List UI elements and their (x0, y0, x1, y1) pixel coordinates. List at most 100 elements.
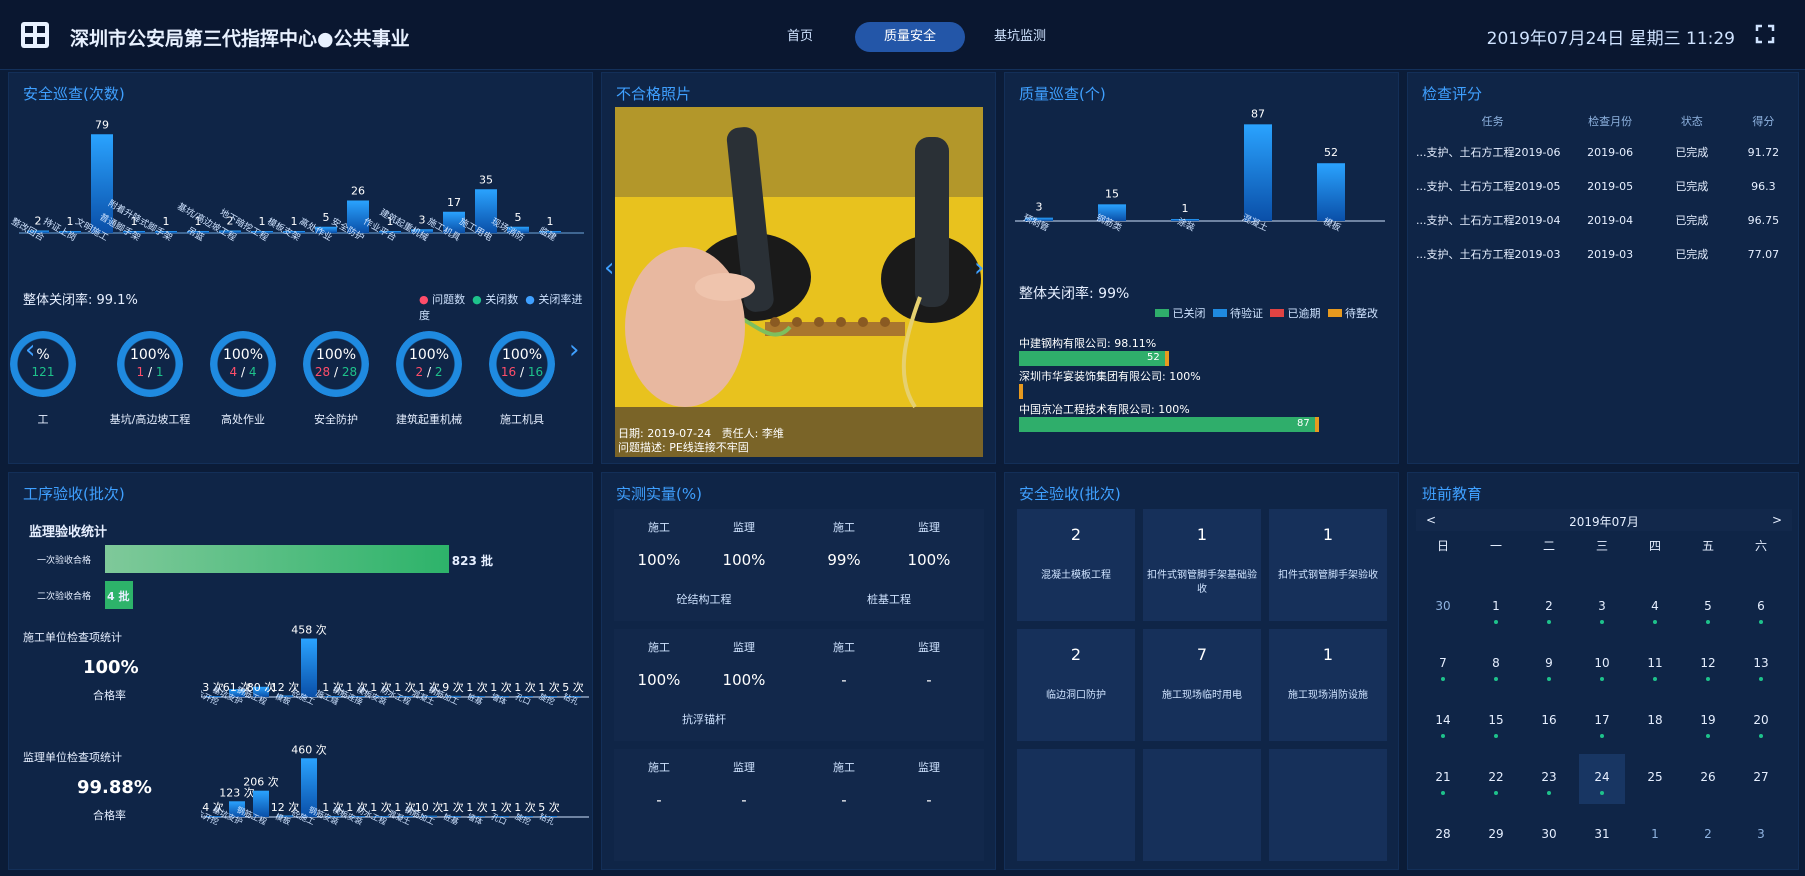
accept-tile[interactable] (1269, 749, 1387, 861)
education-dot (1600, 677, 1604, 681)
safety-accept-panel: 安全验收(批次) 2 混凝土模板工程 1 扣件式钢管脚手架基础验收 1 扣件式钢管脚手架验… (1004, 472, 1399, 870)
next-arrow-icon[interactable]: › (569, 335, 587, 365)
calendar-day[interactable]: 3 (1582, 599, 1622, 613)
calendar-day[interactable]: 15 (1476, 713, 1516, 727)
table-row[interactable]: ...支护、土石方工程2019-05 2019-05 已完成 96.3 (1416, 169, 1794, 203)
accept-tile[interactable]: 1 扣件式钢管脚手架验收 (1269, 509, 1387, 621)
tab-pit-monitor[interactable]: 基坑监测 (980, 22, 1060, 52)
gauge[interactable]: 100% 1 / 1 基坑/高边坡工程 (110, 331, 190, 431)
gauge[interactable]: 100% 4 / 4 高处作业 (207, 331, 279, 431)
bar[interactable] (1317, 163, 1345, 221)
calendar-day[interactable]: 23 (1529, 770, 1569, 784)
photo-prev-icon[interactable]: ‹ (604, 253, 622, 283)
photo-next-icon[interactable]: › (974, 253, 992, 283)
fullscreen-icon[interactable] (1755, 24, 1775, 44)
calendar-day[interactable]: 3 (1741, 827, 1781, 841)
calendar-day[interactable]: 27 (1741, 770, 1781, 784)
bar[interactable] (1244, 124, 1272, 221)
chart-legend: ● 问题数 ● 关闭数 ● 关闭率进度 (419, 293, 583, 322)
education-dot (1547, 677, 1551, 681)
tab-home[interactable]: 首页 (760, 22, 840, 52)
calendar-next-button[interactable]: > (1762, 513, 1792, 527)
gauge-closed: 2 (434, 365, 443, 379)
accept-item-name: 施工现场消防设施 (1288, 690, 1368, 701)
calendar-day[interactable]: 26 (1688, 770, 1728, 784)
calendar-day[interactable]: 1 (1635, 827, 1675, 841)
bar-value-label: 15 (1105, 187, 1119, 200)
accept-tile[interactable]: 1 施工现场消防设施 (1269, 629, 1387, 741)
construction-value: - (841, 791, 847, 809)
calendar-day[interactable]: 25 (1635, 770, 1675, 784)
accept-count: 1 (1322, 525, 1334, 544)
calendar-day[interactable]: 9 (1529, 656, 1569, 670)
category-label: 预制管 (1021, 211, 1051, 233)
calendar-day[interactable]: 31 (1582, 827, 1622, 841)
table-cell: ...支护、土石方工程2019-06 (1416, 146, 1561, 159)
calendar-day[interactable]: 18 (1635, 713, 1675, 727)
company-bar-value: 87 (1297, 418, 1310, 429)
unit-check-title: 施工单位检查项统计 (23, 631, 122, 644)
calendar-day[interactable]: 8 (1476, 656, 1516, 670)
accept-count: 2 (1070, 645, 1082, 664)
company-name: 中国京冶工程技术有限公司: 100% (1019, 403, 1190, 416)
calendar-day[interactable]: 2 (1529, 599, 1569, 613)
accept-tile[interactable]: 2 混凝土模板工程 (1017, 509, 1135, 621)
calendar-day[interactable]: 30 (1529, 827, 1569, 841)
bar-value-label: 52 (1324, 146, 1338, 159)
close-rate: 整体关闭率: 99% (1019, 286, 1130, 302)
accept-tile[interactable]: 7 施工现场临时用电 (1143, 629, 1261, 741)
table-row[interactable]: ...支护、土石方工程2019-06 2019-06 已完成 91.72 (1416, 135, 1794, 169)
calendar-day[interactable]: 5 (1688, 599, 1728, 613)
table-cell: 已完成 (1675, 146, 1709, 159)
calendar-day[interactable]: 19 (1688, 713, 1728, 727)
accept-tile[interactable]: 2 临边洞口防护 (1017, 629, 1135, 741)
calendar-day[interactable]: 20 (1741, 713, 1781, 727)
accept-tile[interactable]: 1 扣件式钢管脚手架基础验收 (1143, 509, 1261, 621)
table-cell: ...支护、土石方工程2019-05 (1416, 180, 1561, 193)
legend-closed: 已关闭 (1172, 307, 1206, 320)
process-panel: 工序验收(批次) 监理验收统计 一次验收合格 823 批 二次验收合格 4 批 … (8, 472, 593, 870)
calendar-day[interactable]: 16 (1529, 713, 1569, 727)
second-pass-label: 二次验收合格 (37, 592, 92, 602)
calendar-day[interactable]: 28 (1423, 827, 1463, 841)
calendar-day[interactable]: 13 (1741, 656, 1781, 670)
education-dot (1706, 620, 1710, 624)
calendar-prev-button[interactable]: < (1416, 513, 1446, 527)
accept-tile[interactable] (1143, 749, 1261, 861)
gauge[interactable]: 100% 16 / 16 施工机具 (486, 331, 558, 431)
gauge[interactable]: 100% 28 / 28 安全防护 (300, 331, 372, 431)
table-cell: 91.72 (1747, 145, 1780, 159)
bar[interactable] (301, 638, 317, 697)
calendar-day[interactable]: 10 (1582, 656, 1622, 670)
bar-value-label: 79 (95, 118, 109, 131)
calendar-day[interactable]: 7 (1423, 656, 1463, 670)
tab-quality-safety[interactable]: 质量安全 (855, 22, 965, 52)
calendar-day[interactable]: 21 (1423, 770, 1463, 784)
calendar-day[interactable]: 11 (1635, 656, 1675, 670)
first-pass-bar: 823 批 (105, 545, 505, 573)
gauge[interactable]: 100% 2 / 2 建筑起重机械 (393, 331, 465, 431)
first-pass-value: 823 批 (451, 554, 493, 568)
calendar-day[interactable]: 17 (1582, 713, 1622, 727)
bar-value-label: 3 (1036, 201, 1043, 214)
calendar-day[interactable]: 12 (1688, 656, 1728, 670)
calendar-day[interactable]: 22 (1476, 770, 1516, 784)
supervision-value: - (926, 791, 932, 809)
table-row[interactable]: ...支护、土石方工程2019-03 2019-03 已完成 77.07 (1416, 237, 1794, 271)
construction-value: 100% (637, 551, 681, 569)
table-row[interactable]: ...支护、土石方工程2019-04 2019-04 已完成 96.75 (1416, 203, 1794, 237)
measure-row: 施工 监理 100% 100% 抗浮锚杆 施工 监理 - - (614, 629, 984, 741)
calendar-day[interactable]: 2 (1688, 827, 1728, 841)
calendar-day[interactable]: 30 (1423, 599, 1463, 613)
calendar-day[interactable]: 6 (1741, 599, 1781, 613)
calendar-day[interactable]: 4 (1635, 599, 1675, 613)
gauge[interactable]: % 121 工 (7, 331, 79, 431)
calendar-day[interactable]: 1 (1476, 599, 1516, 613)
weekday-label: 五 (1701, 539, 1714, 553)
calendar-day[interactable]: 29 (1476, 827, 1516, 841)
calendar-day[interactable]: 24 (1582, 770, 1622, 784)
gauge-issues: 2 (415, 365, 424, 379)
calendar-day[interactable]: 14 (1423, 713, 1463, 727)
accept-tile[interactable] (1017, 749, 1135, 861)
gauge-closed: 4 (248, 365, 257, 379)
